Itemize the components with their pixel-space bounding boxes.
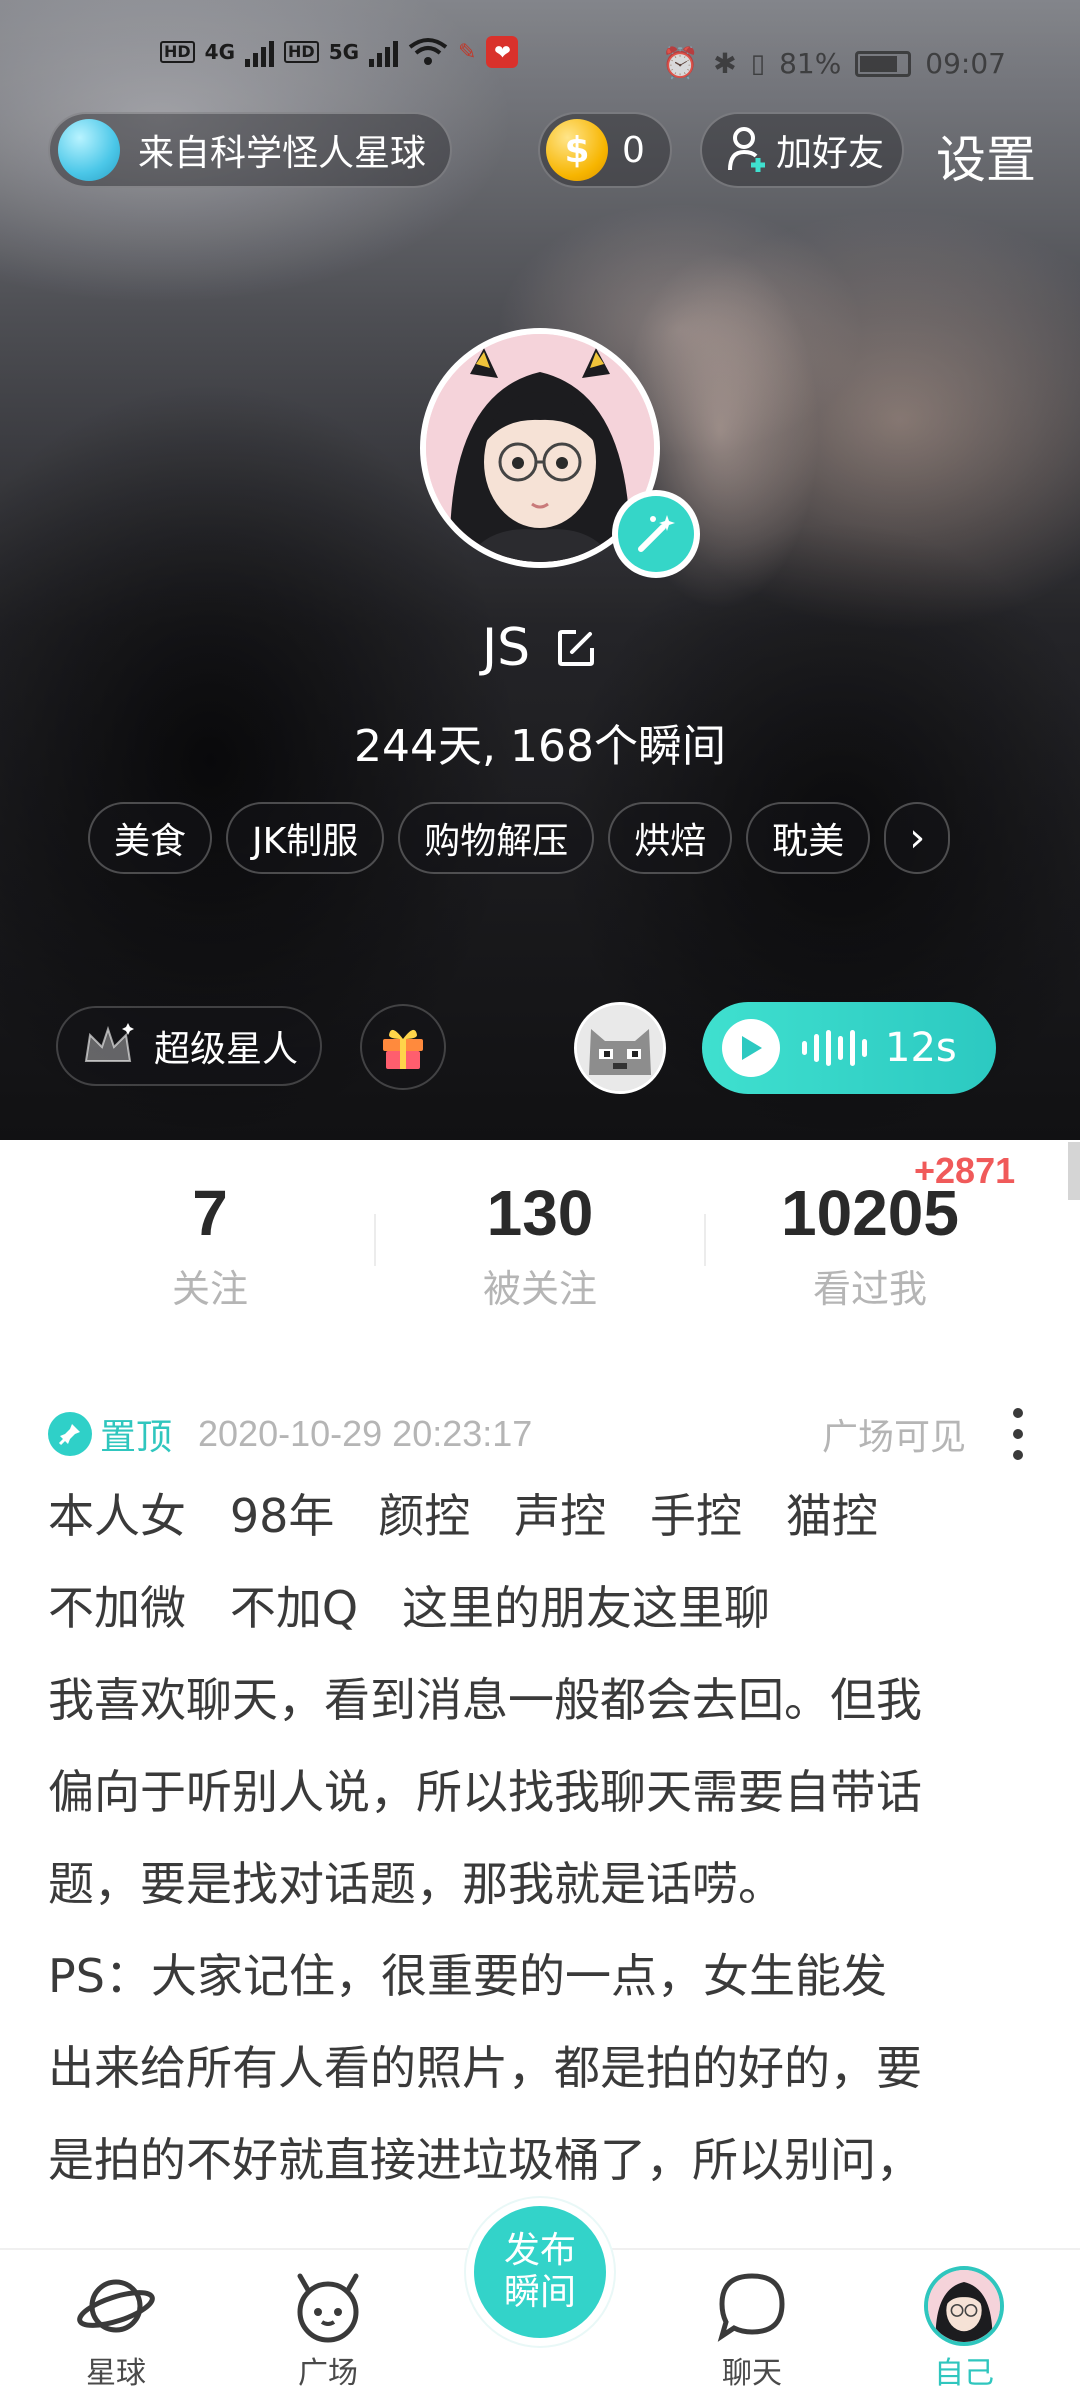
add-friend-icon [728, 127, 765, 172]
post-text-line: 题，要是找对话题，那我就是话唠。 [48, 1857, 784, 1911]
followers-count: 130 [486, 1177, 594, 1249]
super-member-badge[interactable]: 超级星人 [56, 1006, 322, 1086]
app-notification-icon: ❤ [486, 36, 519, 68]
wifi-icon [408, 38, 448, 65]
nav-me[interactable]: 自己 [884, 2250, 1044, 2402]
post-text-line: 我喜欢聊天，看到消息一般都会去回。但我 [48, 1673, 922, 1727]
coin-balance-button[interactable]: $ 0 [538, 112, 672, 188]
pinned-label: 置顶 [100, 1417, 173, 1458]
post-visibility: 广场可见 [821, 1417, 966, 1458]
voice-sender-avatar[interactable] [574, 1002, 666, 1094]
voice-duration: 12s [885, 1025, 957, 1071]
home-planet-label: 来自科学怪人星球 [138, 133, 427, 174]
alarm-icon: ⏰ [661, 46, 700, 81]
publish-label-line1: 发布 [503, 2230, 576, 2271]
more-options-icon[interactable] [998, 1408, 1038, 1460]
followers-stat[interactable]: 130 被关注 [375, 1140, 705, 1313]
publish-moment-button[interactable]: 发布 瞬间 [466, 2198, 614, 2346]
chat-nav-icon [717, 2273, 785, 2342]
clock: 09:07 [925, 47, 1006, 80]
vibrate-icon: ▯ [750, 48, 766, 79]
me-avatar-icon [924, 2266, 1004, 2346]
nav-square[interactable]: 广场 [248, 2250, 408, 2402]
add-friend-label: 加好友 [776, 133, 885, 174]
stat-divider [374, 1214, 376, 1266]
waveform-icon [802, 1030, 867, 1066]
add-friend-button[interactable]: 加好友 [700, 112, 904, 188]
nav-planet-label: 星球 [86, 2356, 146, 2391]
status-bar: HD 4G HD 5G ✎ ❤ ⏰ ✱ ▯ 81% 09:07 [0, 0, 1080, 120]
planet-nav-icon [77, 2279, 155, 2333]
following-count: 7 [192, 1177, 228, 1249]
nav-chat[interactable]: 聊天 [672, 2250, 832, 2402]
nav-planet[interactable]: 星球 [36, 2250, 196, 2402]
status-left: HD 4G HD 5G ✎ ❤ [160, 36, 519, 68]
following-label: 关注 [171, 1267, 248, 1311]
settings-button[interactable]: 设置 [936, 120, 1036, 192]
new-visitors-badge: +2871 [914, 1150, 1016, 1191]
bluetooth-icon: ✱ [713, 47, 737, 80]
status-right: ⏰ ✱ ▯ 81% 09:07 [662, 46, 1006, 81]
voice-intro-player[interactable]: 12s [702, 1002, 996, 1094]
interest-tag[interactable]: 烘焙 [608, 802, 733, 874]
username: JS [481, 618, 531, 678]
post-text-line: 本人女 98年 颜控 声控 手控 猫控 [48, 1489, 878, 1543]
hd-badge-2: HD [284, 41, 319, 63]
coin-count: 0 [622, 129, 645, 171]
post-text-line: 不加微 不加Q 这里的朋友这里聊 [48, 1581, 770, 1635]
profile-name-row: JS [0, 618, 1080, 678]
verify-badge[interactable] [612, 490, 700, 578]
cat-avatar-icon [577, 1005, 663, 1091]
planet-icon [58, 119, 120, 181]
signal-icon-2 [369, 37, 399, 67]
interest-tag[interactable]: 耽美 [746, 802, 871, 874]
nav-me-label: 自己 [934, 2356, 994, 2391]
days-moments-summary: 244天, 168个瞬间 [354, 721, 726, 772]
gift-icon [383, 1029, 423, 1069]
pin-icon [48, 1412, 92, 1456]
gift-button[interactable] [360, 1004, 446, 1090]
sparkle-wand-icon [638, 515, 675, 552]
following-stat[interactable]: 7 关注 [45, 1140, 375, 1313]
post-text-line: 偏向于听别人说，所以找我聊天需要自带话 [48, 1765, 922, 1819]
tags-more-chevron-icon[interactable]: › [884, 802, 951, 874]
super-member-label: 超级星人 [154, 1029, 299, 1070]
network-type-2: 5G [328, 40, 360, 64]
signal-icon [245, 37, 275, 67]
followers-label: 被关注 [482, 1267, 597, 1311]
play-icon [722, 1019, 780, 1077]
post-date: 2020-10-29 20:23:17 [198, 1413, 533, 1454]
stat-divider [704, 1214, 706, 1266]
edit-icon[interactable] [554, 626, 598, 670]
nav-chat-label: 聊天 [722, 2356, 782, 2391]
hd-badge: HD [160, 41, 195, 63]
post-content[interactable]: 本人女 98年 颜控 声控 手控 猫控 不加微 不加Q 这里的朋友这里聊我喜欢聊天… [48, 1470, 1048, 2206]
battery-percent: 81% [779, 47, 842, 80]
post-text-line: 出来给所有人看的照片，都是拍的好的，要 [48, 2041, 922, 2095]
scrollbar[interactable] [1068, 1142, 1080, 1200]
network-type: 4G [204, 40, 236, 64]
nav-square-label: 广场 [298, 2356, 358, 2391]
interest-tag[interactable]: 购物解压 [398, 802, 595, 874]
post-header: 置顶 2020-10-29 20:23:17 广场可见 [48, 1404, 1038, 1464]
interest-tag[interactable]: JK制服 [226, 802, 385, 874]
post-text-line: PS：大家记住，很重要的一点，女生能发 [48, 1949, 887, 2003]
battery-icon [855, 50, 912, 77]
interest-tag[interactable]: 美食 [88, 802, 213, 874]
crown-icon [84, 1023, 134, 1062]
coin-icon: $ [546, 119, 608, 181]
publish-label-line2: 瞬间 [503, 2272, 576, 2313]
home-planet-button[interactable]: 来自科学怪人星球 [48, 112, 452, 188]
square-nav-icon [297, 2273, 359, 2343]
study-app-icon: ✎ [458, 39, 477, 65]
visitors-label: 看过我 [812, 1267, 927, 1311]
interest-tags: 美食 JK制服 购物解压 烘焙 耽美 › [88, 802, 951, 874]
